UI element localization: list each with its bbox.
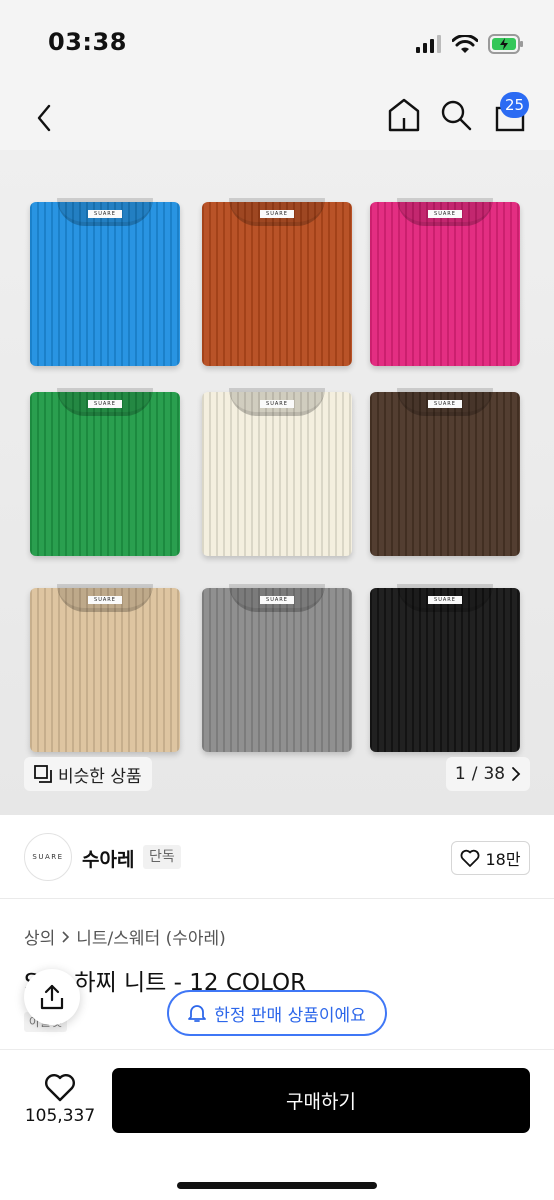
search-button[interactable] — [438, 94, 474, 134]
brand-name[interactable]: 수아레 — [82, 845, 134, 872]
breadcrumb-item-category[interactable]: 상의 — [24, 924, 55, 949]
share-icon — [40, 984, 64, 1010]
sweater-3: SUARE — [370, 198, 520, 366]
page-current: 1 — [454, 764, 466, 784]
product-like-count: 105,337 — [24, 1106, 96, 1126]
limited-sale-label: 한정 판매 상품이에요 — [214, 1005, 366, 1026]
bottom-purchase-bar: 105,337 구매하기 — [0, 1049, 554, 1200]
sweater-4: SUARE — [30, 388, 180, 556]
brand-like-button[interactable]: 18만 — [451, 841, 530, 875]
chevron-right-icon — [512, 767, 521, 781]
status-time: 03:38 — [48, 28, 127, 56]
battery-charging-icon — [488, 34, 523, 54]
bell-icon — [188, 1005, 207, 1022]
sweater-8: SUARE — [202, 584, 352, 752]
home-indicator — [177, 1182, 377, 1189]
breadcrumb-item-subcategory[interactable]: 니트/스웨터 (수아레) — [76, 924, 226, 949]
brand-row: SUARE 수아레 단독 18만 — [0, 815, 554, 899]
heart-outline-icon — [461, 849, 480, 867]
brand-logo[interactable]: SUARE — [24, 833, 72, 881]
sweater-5: SUARE — [202, 388, 352, 556]
share-button[interactable] — [24, 969, 80, 1025]
chevron-left-icon — [37, 104, 51, 132]
sweater-tag: SUARE — [428, 596, 462, 604]
image-page-indicator[interactable]: 1/38 — [446, 757, 530, 791]
sweater-tag: SUARE — [428, 400, 462, 408]
sweater-1: SUARE — [30, 198, 180, 366]
sweater-6: SUARE — [370, 388, 520, 556]
similar-products-label: 비슷한 상품 — [58, 766, 142, 787]
page-separator: / — [471, 764, 478, 784]
heart-icon — [45, 1074, 75, 1102]
back-button[interactable] — [26, 96, 62, 140]
sweater-2: SUARE — [202, 198, 352, 366]
buy-button[interactable]: 구매하기 — [112, 1068, 530, 1133]
sweater-tag: SUARE — [260, 400, 294, 408]
cellular-signal-icon — [416, 35, 441, 53]
page-total: 38 — [483, 764, 506, 784]
sweater-9: SUARE — [370, 584, 520, 752]
product-like-button[interactable] — [44, 1072, 76, 1102]
sweater-tag: SUARE — [88, 210, 122, 218]
sweater-tag: SUARE — [428, 210, 462, 218]
brand-like-count: 18만 — [485, 850, 521, 869]
status-bar: 03:38 — [0, 0, 554, 88]
product-image-carousel[interactable]: SUARE SUARE SUARE SUARE SUARE SUARE SUARE SUARE… — [0, 150, 554, 815]
sweater-tag: SUARE — [88, 400, 122, 408]
nav-bar — [0, 88, 554, 150]
home-icon — [388, 98, 420, 132]
search-icon — [441, 100, 472, 131]
home-button[interactable] — [386, 94, 422, 134]
sweater-7: SUARE — [30, 584, 180, 752]
status-icons — [416, 32, 524, 56]
breadcrumb: 상의 니트/스웨터 (수아레) — [24, 924, 226, 949]
similar-products-button[interactable]: 비슷한 상품 — [24, 757, 152, 791]
sweater-tag: SUARE — [260, 596, 294, 604]
exclusive-badge: 단독 — [143, 845, 181, 869]
limited-sale-pill[interactable]: 한정 판매 상품이에요 — [167, 990, 387, 1036]
chevron-right-icon — [62, 930, 70, 943]
wifi-icon — [452, 34, 478, 53]
sweater-tag: SUARE — [88, 596, 122, 604]
cart-count-badge: 25 — [500, 92, 530, 118]
similar-icon — [34, 765, 52, 783]
sweater-tag: SUARE — [260, 210, 294, 218]
